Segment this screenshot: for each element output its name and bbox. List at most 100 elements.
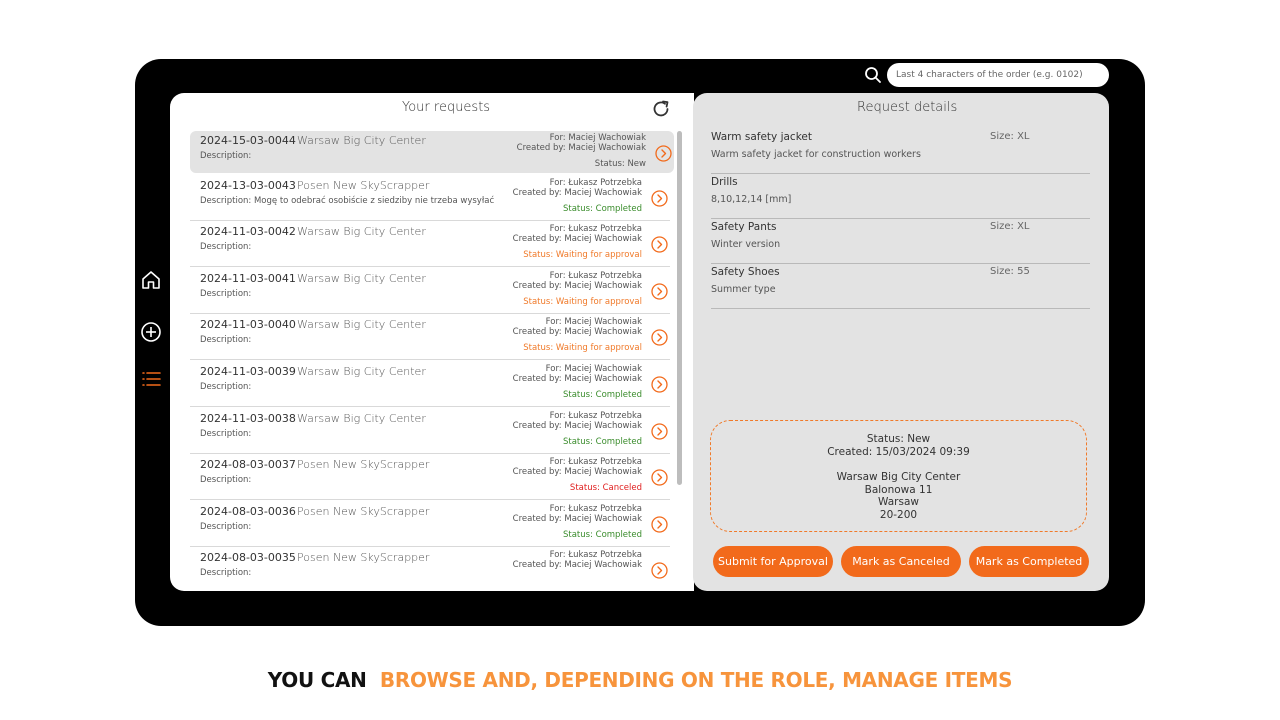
request-row[interactable]: 2024-11-03-0038 Warsaw Big City Center Des… [190, 409, 670, 454]
request-description: Description: [200, 242, 252, 252]
open-request-icon[interactable] [651, 190, 668, 207]
detail-item: Drills 8,10,12,14 [mm] [711, 174, 1090, 219]
request-location: Posen New SkyScrapper [297, 179, 430, 192]
request-created-by: Created by: Maciej Wachowiak [512, 560, 642, 570]
request-location: Posen New SkyScrapper [297, 505, 430, 518]
request-id: 2024-08-03-0035 [200, 551, 296, 564]
search-icon[interactable] [864, 66, 882, 84]
request-location: Posen New SkyScrapper [297, 458, 430, 471]
list-icon[interactable] [140, 368, 162, 390]
request-location: Warsaw Big City Center [297, 134, 426, 147]
request-description: Description: [200, 522, 252, 532]
request-description: Description: Mogę to odebrać osobiście z… [200, 196, 495, 206]
request-location: Warsaw Big City Center [297, 412, 426, 425]
request-description: Description: [200, 475, 252, 485]
detail-item: Safety Pants Size: XL Winter version [711, 219, 1090, 264]
request-info-box: Status: New Created: 15/03/2024 09:39 Wa… [710, 420, 1087, 532]
request-description: Description: [200, 382, 252, 392]
request-id: 2024-11-03-0041 [200, 272, 296, 285]
request-for: For: Łukasz Potrzebka [549, 271, 642, 281]
request-for: For: Łukasz Potrzebka [549, 457, 642, 467]
request-row[interactable]: 2024-11-03-0040 Warsaw Big City Center Des… [190, 315, 670, 360]
open-request-icon[interactable] [651, 516, 668, 533]
open-request-icon[interactable] [651, 329, 668, 346]
mark-as-canceled-button[interactable]: Mark as Canceled [841, 546, 961, 577]
request-row[interactable]: 2024-11-03-0039 Warsaw Big City Center Des… [190, 362, 670, 407]
request-description: Description: [200, 429, 252, 439]
details-title: Request details [857, 100, 958, 115]
request-row[interactable]: 2024-13-03-0043 Posen New SkyScrapper Desc… [190, 176, 670, 221]
submit-for-approval-button[interactable]: Submit for Approval [713, 546, 833, 577]
info-postal: 20-200 [879, 508, 918, 521]
request-id: 2024-11-03-0042 [200, 225, 296, 238]
request-row[interactable]: 2024-08-03-0035 Posen New SkyScrapper Desc… [190, 548, 670, 591]
request-id: 2024-13-03-0043 [200, 179, 296, 192]
request-id: 2024-11-03-0040 [200, 318, 296, 331]
request-id: 2024-08-03-0036 [200, 505, 296, 518]
request-for: For: Maciej Wachowiak [549, 133, 646, 143]
item-detail: Summer type [711, 284, 776, 295]
details-panel: Request details Warm safety jacket Size:… [693, 93, 1109, 591]
request-created-by: Created by: Maciej Wachowiak [512, 327, 642, 337]
request-for: For: Maciej Wachowiak [545, 317, 642, 327]
request-row[interactable]: 2024-08-03-0036 Posen New SkyScrapper Desc… [190, 502, 670, 547]
open-request-icon[interactable] [651, 236, 668, 253]
item-detail: 8,10,12,14 [mm] [711, 194, 792, 205]
request-row[interactable]: 2024-15-03-0044 Warsaw Big City Center Des… [190, 131, 674, 173]
request-status: Status: Completed [562, 437, 642, 447]
home-icon[interactable] [140, 269, 162, 291]
request-created-by: Created by: Maciej Wachowiak [512, 421, 642, 431]
request-row[interactable]: 2024-11-03-0041 Warsaw Big City Center Des… [190, 269, 670, 314]
item-detail: Winter version [711, 239, 781, 250]
request-location: Warsaw Big City Center [297, 225, 426, 238]
item-name: Warm safety jacket [711, 131, 812, 143]
order-search-input[interactable] [887, 63, 1109, 87]
request-status: Status: Waiting for approval [523, 297, 642, 307]
refresh-icon[interactable] [651, 99, 671, 119]
info-city: Warsaw [878, 496, 919, 508]
open-request-icon[interactable] [651, 423, 668, 440]
info-site: Warsaw Big City Center [836, 471, 961, 483]
item-name: Drills [711, 176, 738, 188]
open-request-icon[interactable] [651, 376, 668, 393]
request-location: Warsaw Big City Center [297, 365, 426, 378]
request-description: Description: [200, 568, 252, 578]
request-created-by: Created by: Maciej Wachowiak [512, 188, 642, 198]
info-status: Status: New [866, 433, 931, 445]
request-id: 2024-08-03-0037 [200, 458, 296, 471]
open-request-icon[interactable] [651, 469, 668, 486]
request-id: 2024-15-03-0044 [200, 134, 296, 147]
item-size: Size: 55 [990, 266, 1030, 277]
open-request-icon[interactable] [651, 562, 668, 579]
requests-title: Your requests [402, 100, 491, 115]
request-location: Posen New SkyScrapper [297, 551, 430, 564]
open-request-icon[interactable] [651, 283, 668, 300]
request-created-by: Created by: Maciej Wachowiak [512, 281, 642, 291]
request-status: Status: Waiting for approval [523, 250, 642, 260]
request-status: Status: Completed [562, 530, 642, 540]
request-for: For: Łukasz Potrzebka [549, 550, 642, 560]
item-size: Size: XL [990, 221, 1030, 232]
item-detail: Warm safety jacket for construction work… [711, 149, 921, 160]
request-for: For: Łukasz Potrzebka [549, 504, 642, 514]
item-name: Safety Pants [711, 221, 777, 233]
request-id: 2024-11-03-0038 [200, 412, 296, 425]
request-description: Description: [200, 151, 252, 161]
list-scrollbar[interactable] [677, 131, 682, 485]
request-created-by: Created by: Maciej Wachowiak [512, 467, 642, 477]
request-row[interactable]: 2024-08-03-0037 Posen New SkyScrapper Desc… [190, 455, 670, 500]
request-for: For: Łukasz Potrzebka [549, 224, 642, 234]
request-status: Status: Completed [562, 204, 642, 214]
request-row[interactable]: 2024-11-03-0042 Warsaw Big City Center Des… [190, 222, 670, 267]
add-icon[interactable] [140, 321, 162, 343]
request-list[interactable]: 2024-15-03-0044 Warsaw Big City Center Des… [190, 131, 676, 591]
request-location: Warsaw Big City Center [297, 272, 426, 285]
request-for: For: Łukasz Potrzebka [549, 411, 642, 421]
open-request-icon[interactable] [655, 145, 672, 162]
request-description: Description: [200, 289, 252, 299]
request-id: 2024-11-03-0039 [200, 365, 296, 378]
detail-item: Safety Shoes Size: 55 Summer type [711, 264, 1090, 309]
request-status: Status: New [594, 159, 646, 169]
request-status: Status: Waiting for approval [523, 343, 642, 353]
mark-as-completed-button[interactable]: Mark as Completed [969, 546, 1089, 577]
